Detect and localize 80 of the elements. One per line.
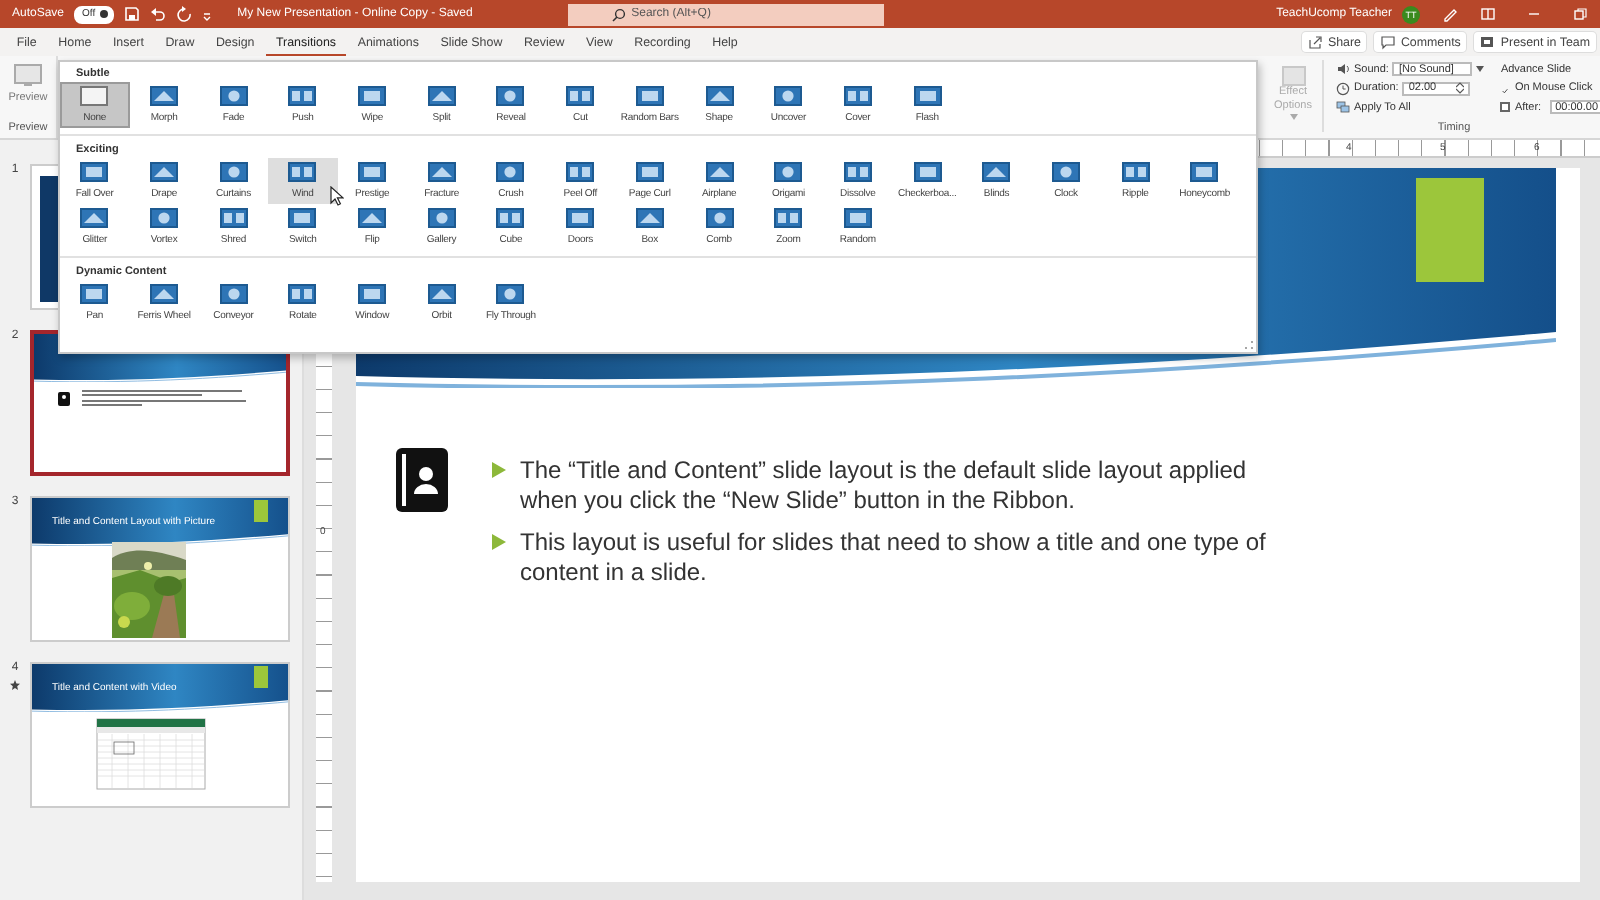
layout-icon[interactable] [1480, 6, 1496, 22]
transition-icon [843, 208, 872, 228]
spreadsheet-drawing [96, 718, 206, 790]
undo-icon[interactable] [149, 6, 166, 22]
transition-icon [635, 162, 664, 182]
transition-icon [635, 208, 664, 228]
transition-icon [774, 162, 803, 182]
bullet-icon [492, 462, 506, 478]
transition-icon [80, 284, 109, 304]
preview-icon [14, 64, 42, 86]
transition-icon [150, 162, 179, 182]
bullet-text: The “Title and Content” slide layout is the default slide layout applied when you click the “New Slide” button in the Ribbon. [520, 456, 1249, 516]
caret-icon [1289, 114, 1297, 120]
transition-icon [427, 86, 456, 106]
transition-icon [1190, 162, 1219, 182]
restore-icon[interactable] [1572, 6, 1588, 22]
transition-icon [427, 208, 456, 228]
transition-icon [80, 162, 109, 182]
transition-icon [358, 284, 387, 304]
sound-icon [1336, 62, 1350, 76]
transition-icon [288, 208, 317, 228]
checkbox[interactable] [1500, 102, 1511, 112]
transition-icon [219, 208, 248, 228]
transition-icon [150, 86, 179, 106]
transition-icon [566, 162, 595, 182]
transition-icon [219, 162, 248, 182]
redo-icon[interactable] [175, 6, 192, 22]
transition-icon [219, 86, 248, 106]
bullet-icon [492, 534, 506, 550]
transition-icon [774, 86, 803, 106]
transition-icon [635, 86, 664, 106]
bullet-text: This layout is useful for slides that need to show a title and one type of content in a slide. [520, 528, 1268, 588]
animation-star-icon [10, 680, 20, 690]
screen-icon [1480, 34, 1497, 50]
transition-icon [358, 162, 387, 182]
transition-icon [982, 162, 1011, 182]
transition-icon [80, 86, 109, 106]
share-icon [1307, 34, 1324, 50]
transition-icon [496, 162, 525, 182]
caret-icon[interactable] [1476, 66, 1485, 72]
transition-icon [705, 162, 734, 182]
transition-icon [427, 162, 456, 182]
transition-icon [150, 284, 179, 304]
transition-icon [913, 86, 942, 106]
transition-icon [496, 284, 525, 304]
transition-icon [566, 208, 595, 228]
effect-icon [1281, 66, 1305, 86]
transition-icon [288, 86, 317, 106]
transition-icon [1051, 162, 1080, 182]
search-icon [611, 7, 626, 21]
transition-icon [1121, 162, 1150, 182]
apply-icon [1336, 100, 1350, 114]
accent-block [254, 500, 268, 522]
transition-icon [843, 162, 872, 182]
transition-icon [705, 86, 734, 106]
checkbox[interactable] [1500, 83, 1511, 93]
comment-icon [1380, 34, 1397, 50]
transition-icon [913, 162, 942, 182]
transition-icon [566, 86, 595, 106]
transition-icon [288, 162, 317, 182]
transition-icon [843, 86, 872, 106]
transition-icon [774, 208, 803, 228]
transition-icon [358, 86, 387, 106]
transition-icon [705, 208, 734, 228]
transition-icon [219, 284, 248, 304]
transition-icon [288, 284, 317, 304]
transition-icon [358, 208, 387, 228]
cursor-icon [330, 186, 344, 206]
transition-icon [150, 208, 179, 228]
clock-icon [1336, 81, 1350, 95]
save-icon[interactable] [123, 6, 140, 22]
spinner-icon[interactable] [1456, 82, 1465, 94]
accent-block [1416, 178, 1484, 282]
accent-block [254, 666, 268, 688]
transition-icon [496, 208, 525, 228]
transition-icon [427, 284, 456, 304]
contact-icon [396, 448, 448, 512]
pen-icon[interactable] [1442, 6, 1458, 22]
transition-icon [80, 208, 109, 228]
transition-icon [496, 86, 525, 106]
